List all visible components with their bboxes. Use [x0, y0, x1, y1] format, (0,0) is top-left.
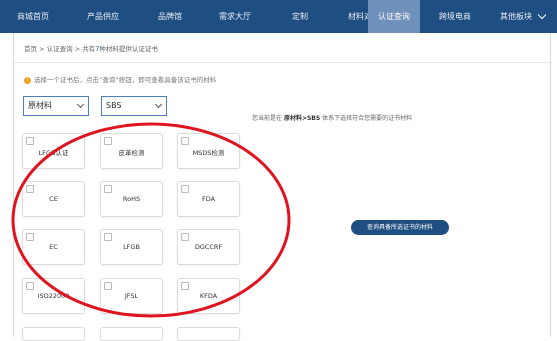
info-icon: !	[24, 76, 31, 84]
checkbox[interactable]	[181, 233, 189, 241]
checkbox[interactable]	[26, 185, 34, 193]
current-prefix: 您当前是在	[252, 115, 283, 122]
cert-label: CE	[49, 195, 58, 203]
nav-item-more[interactable]: 其他板块	[490, 0, 542, 33]
cert-card-msds[interactable]: MSDS检测	[177, 133, 240, 169]
cert-label: RoHS	[122, 195, 141, 203]
cert-card-jfsl[interactable]: JFSL	[100, 278, 163, 314]
nav-item-home[interactable]: 商城首页	[0, 0, 66, 33]
cert-card-partial[interactable]	[177, 327, 240, 341]
checkbox[interactable]	[26, 282, 34, 290]
breadcrumb: 首页 > 认证查询 > 共有7种材料提供认证证书	[24, 43, 158, 53]
chevron-down-icon	[154, 100, 163, 109]
material-select[interactable]: SBS	[101, 96, 167, 116]
cert-card-partial[interactable]	[100, 327, 163, 341]
cert-card-ec[interactable]: EC	[22, 229, 85, 265]
checkbox[interactable]	[181, 137, 189, 145]
main-content: 首页 > 认证查询 > 共有7种材料提供认证证书 ! 选择一个证书后，点击“查询”…	[13, 33, 551, 341]
top-nav: 商城首页 产品供应 品牌馆 需求大厅 定制 材料对比 认证查询 跨境电商 其他板…	[0, 0, 557, 33]
cert-card-iso22000[interactable]: ISO22000	[22, 278, 85, 314]
cert-label: FDA	[201, 195, 216, 203]
cert-label: EC	[49, 243, 58, 251]
checkbox[interactable]	[104, 282, 112, 290]
cert-label: ISO22000	[37, 292, 70, 300]
cert-card-leather-test[interactable]: 皮革检测	[100, 133, 163, 169]
checkbox[interactable]	[181, 282, 189, 290]
divider	[14, 62, 550, 63]
nav-item-crossborder[interactable]: 跨境电商	[420, 0, 490, 33]
current-path: 原材料>SBS	[283, 115, 321, 122]
cert-label: DGCCRF	[194, 243, 223, 251]
cert-label: MSDS检测	[192, 149, 225, 157]
category-select[interactable]: 原材料	[23, 96, 89, 116]
cert-label: JFSL	[124, 292, 139, 300]
breadcrumb-prefix: 共有	[82, 45, 96, 53]
nav-item-brands[interactable]: 品牌馆	[140, 0, 200, 33]
checkbox[interactable]	[104, 233, 112, 241]
checkbox[interactable]	[26, 137, 34, 145]
checkbox[interactable]	[181, 185, 189, 193]
cert-label: LFGB	[123, 243, 140, 251]
checkbox[interactable]	[26, 233, 34, 241]
breadcrumb-separator: >	[39, 45, 45, 53]
current-selection-text: 您当前是在 原材料>SBS 体系下选择符合您需要的证书材料	[252, 113, 412, 122]
chevron-down-icon	[76, 100, 85, 109]
breadcrumb-separator: >	[74, 45, 81, 53]
material-select-value: SBS	[106, 101, 122, 110]
nav-item-demand[interactable]: 需求大厅	[200, 0, 270, 33]
hint-message: ! 选择一个证书后，点击“查询”按钮，即可查看具备该证书的材料	[24, 74, 216, 84]
breadcrumb-suffix: 种材料提供认证证书	[99, 45, 158, 53]
cert-card-ce[interactable]: CE	[22, 181, 85, 217]
cert-card-partial[interactable]	[22, 327, 85, 341]
cert-card-rohs[interactable]: RoHS	[100, 181, 163, 217]
cert-card-dgccrf[interactable]: DGCCRF	[177, 229, 240, 265]
nav-item-custom[interactable]: 定制	[270, 0, 330, 33]
page: 商城首页 产品供应 品牌馆 需求大厅 定制 材料对比 认证查询 跨境电商 其他板…	[0, 0, 557, 341]
cert-label: LFGB认证	[38, 149, 69, 157]
nav-item-certification[interactable]: 认证查询	[368, 0, 420, 33]
cert-label: KFDA	[199, 292, 218, 300]
cert-card-kfda[interactable]: KFDA	[177, 278, 240, 314]
hint-text: 选择一个证书后，点击“查询”按钮，即可查看具备该证书的材料	[34, 76, 217, 84]
query-button[interactable]: 查询具备所选证书的材料	[351, 220, 449, 235]
breadcrumb-section[interactable]: 认证查询	[47, 45, 73, 53]
checkbox[interactable]	[104, 185, 112, 193]
cert-card-lfgb[interactable]: LFGB	[100, 229, 163, 265]
checkbox[interactable]	[104, 137, 112, 145]
breadcrumb-home[interactable]: 首页	[24, 45, 37, 53]
cert-card-lfgb-cert[interactable]: LFGB认证	[22, 133, 85, 169]
cert-label: 皮革检测	[118, 149, 145, 157]
nav-item-products[interactable]: 产品供应	[66, 0, 140, 33]
cert-card-fda[interactable]: FDA	[177, 181, 240, 217]
current-suffix: 体系下选择符合您需要的证书材料	[322, 115, 413, 122]
category-select-value: 原材料	[28, 101, 52, 110]
